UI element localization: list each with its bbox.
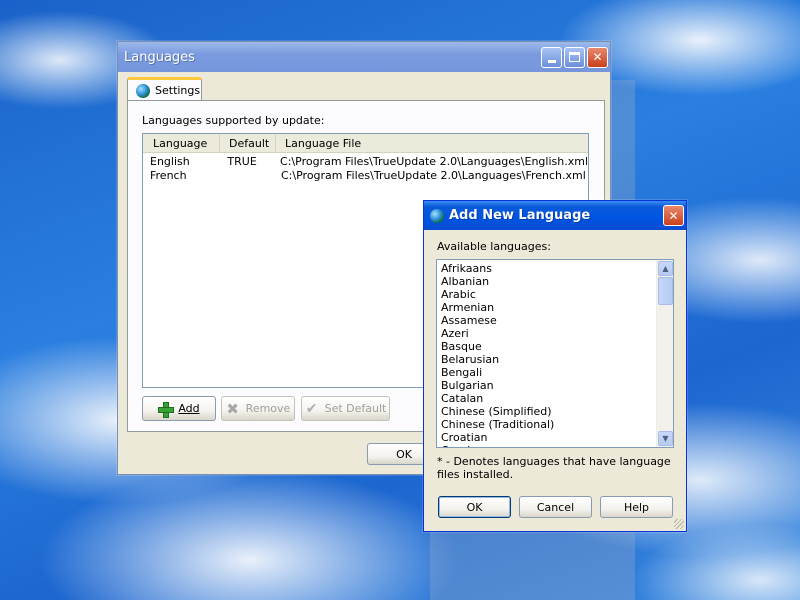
ok-button-label: OK — [396, 447, 412, 461]
scroll-down-icon: ▼ — [662, 434, 669, 443]
close-button[interactable]: ✕ — [587, 46, 608, 68]
languages-window-title: Languages — [124, 49, 195, 65]
maximize-button[interactable] — [564, 46, 585, 68]
scroll-up-button[interactable]: ▲ — [658, 261, 673, 276]
listbox-items: Afrikaans Albanian Arabic Armenian Assamese A… — [437, 260, 656, 447]
close-icon: ✕ — [592, 50, 603, 64]
row-file: C:\Program Files\TrueUpdate 2.0\Language… — [280, 155, 588, 168]
list-item[interactable]: Catalan — [437, 392, 656, 405]
set-default-button-label: Set Default — [324, 402, 387, 415]
row-language: English — [150, 155, 190, 168]
dialog-close-button[interactable]: ✕ — [663, 205, 684, 226]
listbox-scrollbar[interactable]: ▲ ▼ — [656, 260, 673, 447]
column-header-language[interactable]: Language — [143, 134, 220, 152]
minimize-icon — [547, 59, 556, 63]
list-item[interactable]: Arabic — [437, 288, 656, 301]
column-header-language-file[interactable]: Language File — [276, 134, 588, 152]
add-button[interactable]: Add — [142, 396, 216, 421]
tab-settings[interactable]: Settings — [127, 77, 202, 101]
globe-icon — [430, 208, 444, 223]
set-default-icon: ✔ — [305, 400, 318, 417]
remove-button-label: Remove — [245, 402, 291, 415]
available-languages-label: Available languages: — [437, 240, 551, 253]
set-default-button[interactable]: ✔ Set Default — [301, 396, 390, 421]
list-item[interactable]: Chinese (Traditional) — [437, 418, 656, 431]
add-icon — [158, 401, 175, 418]
list-item[interactable]: Azeri — [437, 327, 656, 340]
dialog-help-button[interactable]: Help — [600, 496, 673, 518]
remove-button[interactable]: ✖ Remove — [221, 396, 295, 421]
add-language-title: Add New Language — [449, 208, 591, 223]
dialog-cancel-button[interactable]: Cancel — [519, 496, 592, 518]
list-item[interactable]: Bengali — [437, 366, 656, 379]
add-language-dialog: Add New Language ✕ Available languages: … — [423, 200, 687, 532]
table-row[interactable]: English TRUE C:\Program Files\TrueUpdate… — [143, 155, 588, 169]
list-item[interactable]: Czech — [437, 444, 656, 447]
row-file: C:\Program Files\TrueUpdate 2.0\Language… — [281, 169, 586, 182]
languages-titlebar[interactable]: Languages ✕ — [118, 42, 610, 72]
row-default — [221, 169, 274, 183]
close-icon: ✕ — [668, 208, 679, 223]
list-item[interactable]: Basque — [437, 340, 656, 353]
resize-grip[interactable] — [674, 519, 684, 529]
dialog-help-label: Help — [623, 500, 650, 514]
list-item[interactable]: Belarusian — [437, 353, 656, 366]
row-language: French — [150, 169, 187, 182]
list-item[interactable]: Chinese (Simplified) — [437, 405, 656, 418]
column-header-default[interactable]: Default — [220, 134, 276, 152]
list-item[interactable]: Assamese — [437, 314, 656, 327]
scroll-down-button[interactable]: ▼ — [658, 431, 673, 446]
tab-settings-label: Settings — [155, 84, 201, 97]
list-item[interactable]: Afrikaans — [437, 262, 656, 275]
scroll-thumb[interactable] — [658, 277, 673, 305]
add-language-titlebar[interactable]: Add New Language ✕ — [424, 201, 686, 230]
maximize-icon — [569, 52, 580, 62]
list-item[interactable]: Armenian — [437, 301, 656, 314]
table-row[interactable]: French C:\Program Files\TrueUpdate 2.0\L… — [143, 169, 588, 183]
installed-note: * - Denotes languages that have language… — [437, 455, 671, 481]
supported-languages-label: Languages supported by update: — [142, 114, 325, 127]
dialog-cancel-label: Cancel — [536, 500, 575, 514]
remove-icon: ✖ — [226, 399, 239, 418]
list-item[interactable]: Croatian — [437, 431, 656, 444]
add-button-label: Add — [178, 402, 200, 415]
available-languages-listbox[interactable]: Afrikaans Albanian Arabic Armenian Assamese A… — [436, 259, 674, 448]
dialog-ok-label: OK — [466, 500, 483, 514]
listview-header: Language Default Language File — [143, 134, 588, 153]
list-item[interactable]: Albanian — [437, 275, 656, 288]
list-item[interactable]: Bulgarian — [437, 379, 656, 392]
scroll-up-icon: ▲ — [662, 264, 669, 273]
dialog-ok-button[interactable]: OK — [438, 496, 511, 518]
row-default: TRUE — [227, 155, 257, 168]
globe-icon — [136, 83, 150, 98]
minimize-button[interactable] — [541, 46, 562, 68]
